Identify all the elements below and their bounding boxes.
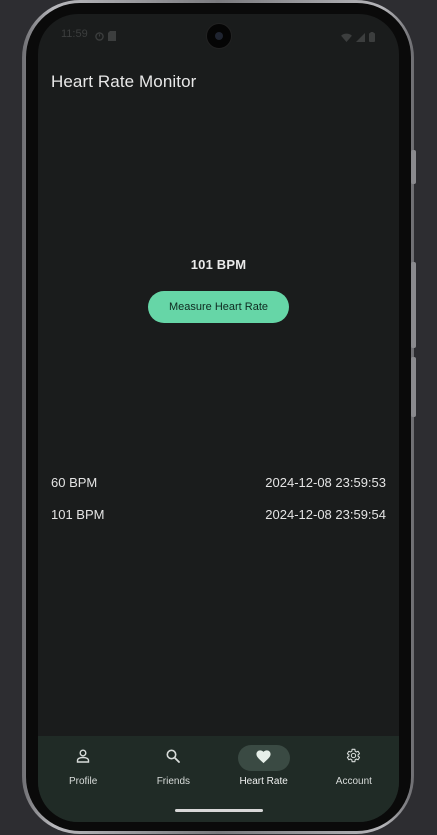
gesture-handle[interactable]	[175, 809, 263, 812]
page-title: Heart Rate Monitor	[51, 72, 197, 91]
do-not-disturb-icon	[95, 28, 104, 46]
side-key	[411, 357, 416, 417]
nav-label: Friends	[156, 776, 191, 787]
list-item: 101 BPM 2024-12-08 23:59:54	[51, 498, 386, 530]
signal-icon	[356, 29, 365, 47]
list-item: 60 BPM 2024-12-08 23:59:53	[51, 466, 386, 498]
nav-label: Profile	[68, 776, 98, 787]
readings-list: 60 BPM 2024-12-08 23:59:53 101 BPM 2024-…	[51, 466, 386, 530]
nav-pill-active	[237, 745, 290, 771]
nav-pill	[147, 745, 199, 771]
measure-heart-rate-button[interactable]: Measure Heart Rate	[148, 291, 289, 323]
search-icon	[165, 748, 181, 769]
reading-timestamp: 2024-12-08 23:59:53	[265, 474, 386, 490]
status-left-icons	[95, 28, 116, 46]
reading-bpm: 101 BPM	[51, 506, 105, 522]
nav-pill	[57, 745, 109, 771]
status-time: 11:59	[61, 28, 88, 40]
gear-icon	[345, 747, 362, 769]
nav-label: Heart Rate	[239, 776, 288, 787]
device-stage: 11:59 Heart Rate Monitor 101 BPM Measure…	[0, 0, 437, 835]
battery-icon	[369, 29, 375, 47]
nav-item-account[interactable]: Account	[309, 736, 399, 822]
sd-card-icon	[108, 28, 116, 46]
person-icon	[75, 748, 91, 769]
nav-item-profile[interactable]: Profile	[38, 736, 128, 822]
nav-label: Account	[335, 776, 372, 787]
power-button	[411, 150, 416, 184]
app-screen: 11:59 Heart Rate Monitor 101 BPM Measure…	[38, 14, 399, 822]
reading-timestamp: 2024-12-08 23:59:54	[265, 506, 386, 522]
reading-bpm: 60 BPM	[51, 474, 98, 490]
volume-button	[411, 262, 416, 348]
wifi-icon	[341, 29, 352, 47]
status-right-icons	[341, 29, 375, 47]
front-camera	[206, 23, 232, 49]
heart-icon	[255, 748, 272, 769]
nav-pill	[328, 745, 380, 771]
current-bpm-value: 101 BPM	[190, 257, 247, 272]
status-bar: 11:59	[38, 14, 399, 54]
